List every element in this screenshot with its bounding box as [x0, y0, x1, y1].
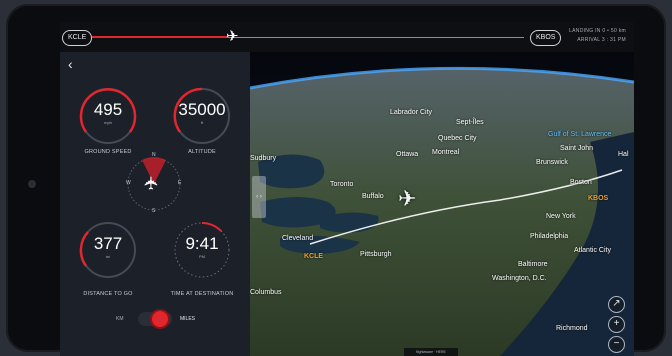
distance-label: DISTANCE TO GO — [83, 291, 133, 297]
destination-airport-marker: KBOS — [588, 195, 609, 202]
city-label: Sept-Îles — [456, 119, 484, 126]
zoom-out-button[interactable]: − — [608, 336, 625, 353]
city-label: Sudbury — [250, 155, 277, 162]
route-progress-fill — [92, 36, 228, 38]
flight-info-panel: ‹ 495 mph GROUND SPEED 35000 ft ALTITUDE… — [60, 52, 250, 356]
destination-airport-pill[interactable]: KBOS — [530, 30, 562, 46]
compass-s: S — [152, 208, 156, 214]
landing-in-text: LANDING IN 0 • 50 km — [569, 28, 626, 34]
water-label: Gulf of St. Lawrence — [548, 131, 612, 138]
city-label: Baltimore — [518, 261, 548, 268]
city-label: Pittsburgh — [360, 251, 392, 258]
route-bar: KCLE ✈ KBOS LANDING IN 0 • 50 km ARRIVAL… — [60, 22, 634, 52]
ground-speed-value: 495 — [93, 100, 123, 119]
zoom-in-button[interactable]: + — [608, 316, 625, 333]
chevron-left-icon: ‹ — [68, 56, 73, 72]
tablet-frame: KCLE ✈ KBOS LANDING IN 0 • 50 km ARRIVAL… — [6, 4, 666, 356]
back-button[interactable]: ‹ — [68, 56, 73, 72]
compass-reset-button[interactable]: ↗ — [608, 296, 625, 313]
city-label: Quebec City — [438, 135, 477, 142]
landing-info: LANDING IN 0 • 50 km ARRIVAL 3 : 31 PM — [569, 27, 626, 45]
panel-collapse-handle[interactable]: ‹ › — [252, 176, 266, 218]
airplane-map-icon: ✈ — [398, 186, 417, 211]
distance-value: 377 — [93, 234, 123, 253]
city-label: Brunswick — [536, 159, 568, 166]
altitude-value: 35000 — [178, 100, 226, 119]
ground-speed-unit: mph — [104, 120, 112, 125]
city-label: Montreal — [432, 149, 460, 156]
origin-airport-marker: KCLE — [304, 253, 324, 260]
camera-dot — [28, 180, 36, 188]
compass-w: W — [126, 180, 131, 186]
city-label: Boston — [570, 179, 592, 186]
map-terrain — [250, 52, 634, 356]
city-label: Saint John — [560, 145, 594, 152]
miles-option[interactable]: MILES — [180, 316, 195, 322]
city-label: Toronto — [330, 181, 354, 188]
compass-e: E — [178, 180, 182, 186]
city-label: Columbus — [250, 289, 282, 296]
compass-n: N — [152, 152, 156, 158]
altitude-unit: ft — [200, 120, 204, 125]
city-label: Richmond — [556, 325, 588, 332]
city-label: Washington, D.C. — [492, 275, 547, 282]
map-credit: flightaware · HERE — [404, 348, 458, 356]
city-label: Labrador City — [390, 109, 433, 116]
distance-gauge: 377 mi — [78, 220, 138, 280]
toggle-knob[interactable] — [152, 311, 168, 327]
app-screen: KCLE ✈ KBOS LANDING IN 0 • 50 km ARRIVAL… — [60, 22, 634, 356]
destination-time-period: PM — [199, 254, 205, 259]
destination-time-value: 9:41 — [185, 234, 219, 253]
city-label: Philadelphia — [530, 233, 569, 240]
km-option[interactable]: KM — [116, 316, 124, 322]
altitude-gauge: 35000 ft — [172, 86, 232, 146]
airplane-heading-icon: ✈ — [141, 175, 162, 191]
city-label: New York — [546, 213, 576, 220]
city-label: Hal — [618, 151, 629, 158]
ground-speed-gauge: 495 mph — [78, 86, 138, 146]
city-label: Ottawa — [396, 151, 419, 158]
city-label: Buffalo — [362, 193, 384, 200]
destination-time-label: TIME AT DESTINATION — [170, 291, 234, 297]
units-toggle[interactable]: KM MILES — [116, 310, 206, 330]
origin-airport-pill[interactable]: KCLE — [62, 30, 93, 46]
city-label: Atlantic City — [574, 247, 611, 254]
distance-unit: mi — [105, 254, 111, 259]
airplane-icon: ✈ — [226, 28, 239, 45]
destination-time-clock: 9:41 PM — [172, 220, 232, 280]
arrival-time-text: ARRIVAL 3 : 31 PM — [577, 37, 626, 43]
heading-compass: N E S W ✈ — [122, 152, 186, 216]
city-label: Cleveland — [282, 235, 314, 242]
satellite-map[interactable]: ‹ › ✈ Labrador City Sept-Îles Quebec Cit… — [250, 52, 634, 356]
